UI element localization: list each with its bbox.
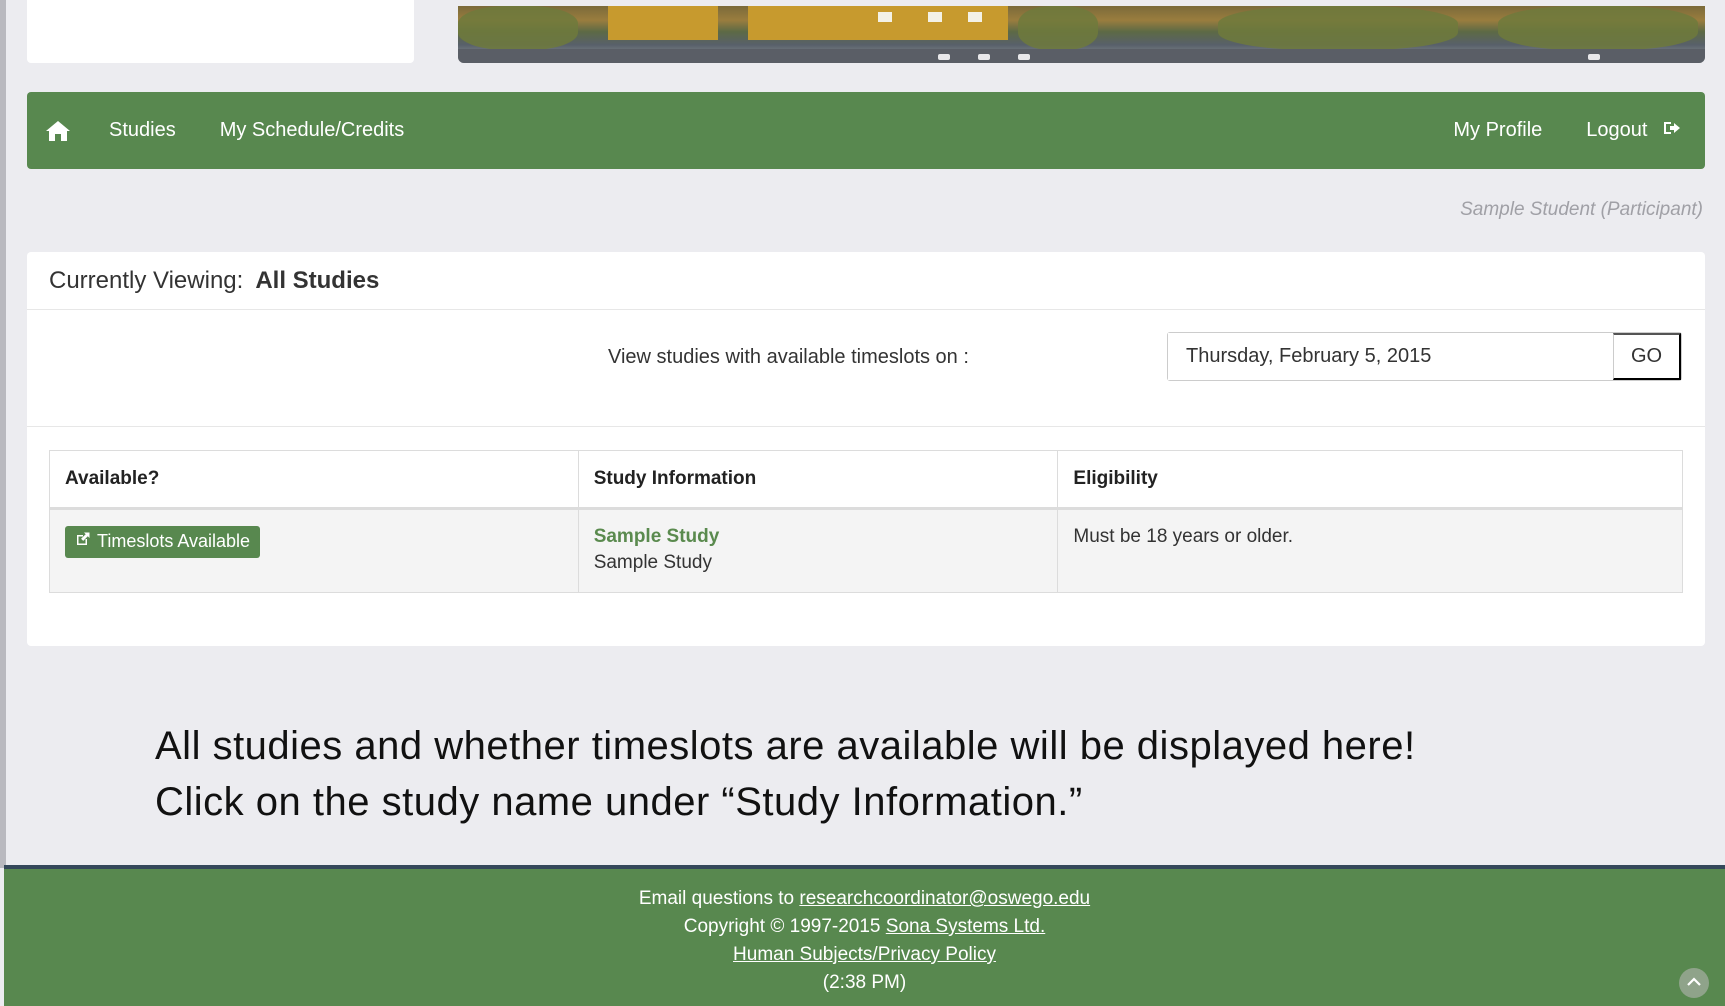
table-header-row: Available? Study Information Eligibility	[49, 450, 1683, 510]
study-name-link[interactable]: Sample Study	[594, 526, 1043, 548]
footer-copyright-line: Copyright © 1997-2015 Sona Systems Ltd.	[4, 913, 1725, 941]
study-description: Sample Study	[593, 552, 712, 573]
timeslots-available-label: Timeslots Available	[97, 531, 251, 551]
nav-my-schedule-credits[interactable]: My Schedule/Credits	[220, 119, 405, 142]
caption-line-2: Click on the study name under “Study Inf…	[155, 780, 1083, 824]
footer-privacy-policy-link[interactable]: Human Subjects/Privacy Policy	[733, 944, 996, 965]
logout-label: Logout	[1586, 118, 1648, 141]
panel-header: Currently Viewing: All Studies	[27, 252, 1705, 310]
study-information-cell: Sample Study Sample Study	[577, 508, 1059, 593]
column-header-eligibility: Eligibility	[1057, 450, 1683, 510]
nav-studies[interactable]: Studies	[109, 119, 176, 142]
timeslots-available-button[interactable]: Timeslots Available	[65, 526, 261, 558]
nav-logout[interactable]: Logout	[1586, 119, 1681, 142]
eligibility-cell: Must be 18 years or older.	[1057, 508, 1683, 593]
footer-email-line: Email questions to researchcoordinator@o…	[4, 885, 1725, 913]
instruction-caption: All studies and whether timeslots are av…	[155, 718, 1416, 830]
date-filter-group: GO	[1167, 332, 1682, 381]
footer-email-link[interactable]: researchcoordinator@oswego.edu	[799, 888, 1090, 909]
date-filter-row: View studies with available timeslots on…	[27, 310, 1705, 427]
page-footer: Email questions to researchcoordinator@o…	[4, 869, 1725, 1006]
currently-viewing-label: Currently Viewing:	[49, 266, 244, 294]
footer-time: (2:38 PM)	[822, 972, 907, 993]
footer-company-link[interactable]: Sona Systems Ltd.	[886, 916, 1045, 937]
home-icon[interactable]	[45, 116, 79, 146]
date-input[interactable]	[1168, 333, 1613, 380]
go-button[interactable]: GO	[1613, 333, 1681, 380]
column-header-study-information: Study Information	[577, 450, 1059, 510]
external-link-icon	[75, 531, 91, 552]
scroll-to-top-button[interactable]	[1679, 968, 1709, 998]
campus-banner-image	[458, 6, 1705, 63]
studies-table: Available? Study Information Eligibility	[49, 450, 1683, 593]
currently-viewing-value: All Studies	[255, 266, 380, 294]
footer-copyright-prefix: Copyright © 1997-2015	[683, 916, 881, 937]
table-row: Timeslots Available Sample Study Sample …	[49, 508, 1683, 593]
available-cell: Timeslots Available	[49, 508, 579, 593]
studies-panel: Currently Viewing: All Studies View stud…	[27, 252, 1705, 646]
footer-email-prefix: Email questions to	[638, 888, 795, 909]
logout-icon	[1663, 119, 1681, 142]
main-navbar: Studies My Schedule/Credits My Profile L…	[27, 92, 1705, 169]
left-edge	[0, 0, 6, 868]
column-header-available: Available?	[49, 450, 579, 510]
nav-my-profile[interactable]: My Profile	[1453, 119, 1542, 142]
logo-area	[27, 0, 414, 63]
footer-policy-line: Human Subjects/Privacy Policy	[4, 941, 1725, 969]
caption-line-1: All studies and whether timeslots are av…	[155, 724, 1416, 768]
user-role-label: Sample Student (Participant)	[1460, 199, 1703, 220]
chevron-up-icon	[1687, 974, 1701, 992]
date-filter-label: View studies with available timeslots on…	[608, 346, 969, 368]
